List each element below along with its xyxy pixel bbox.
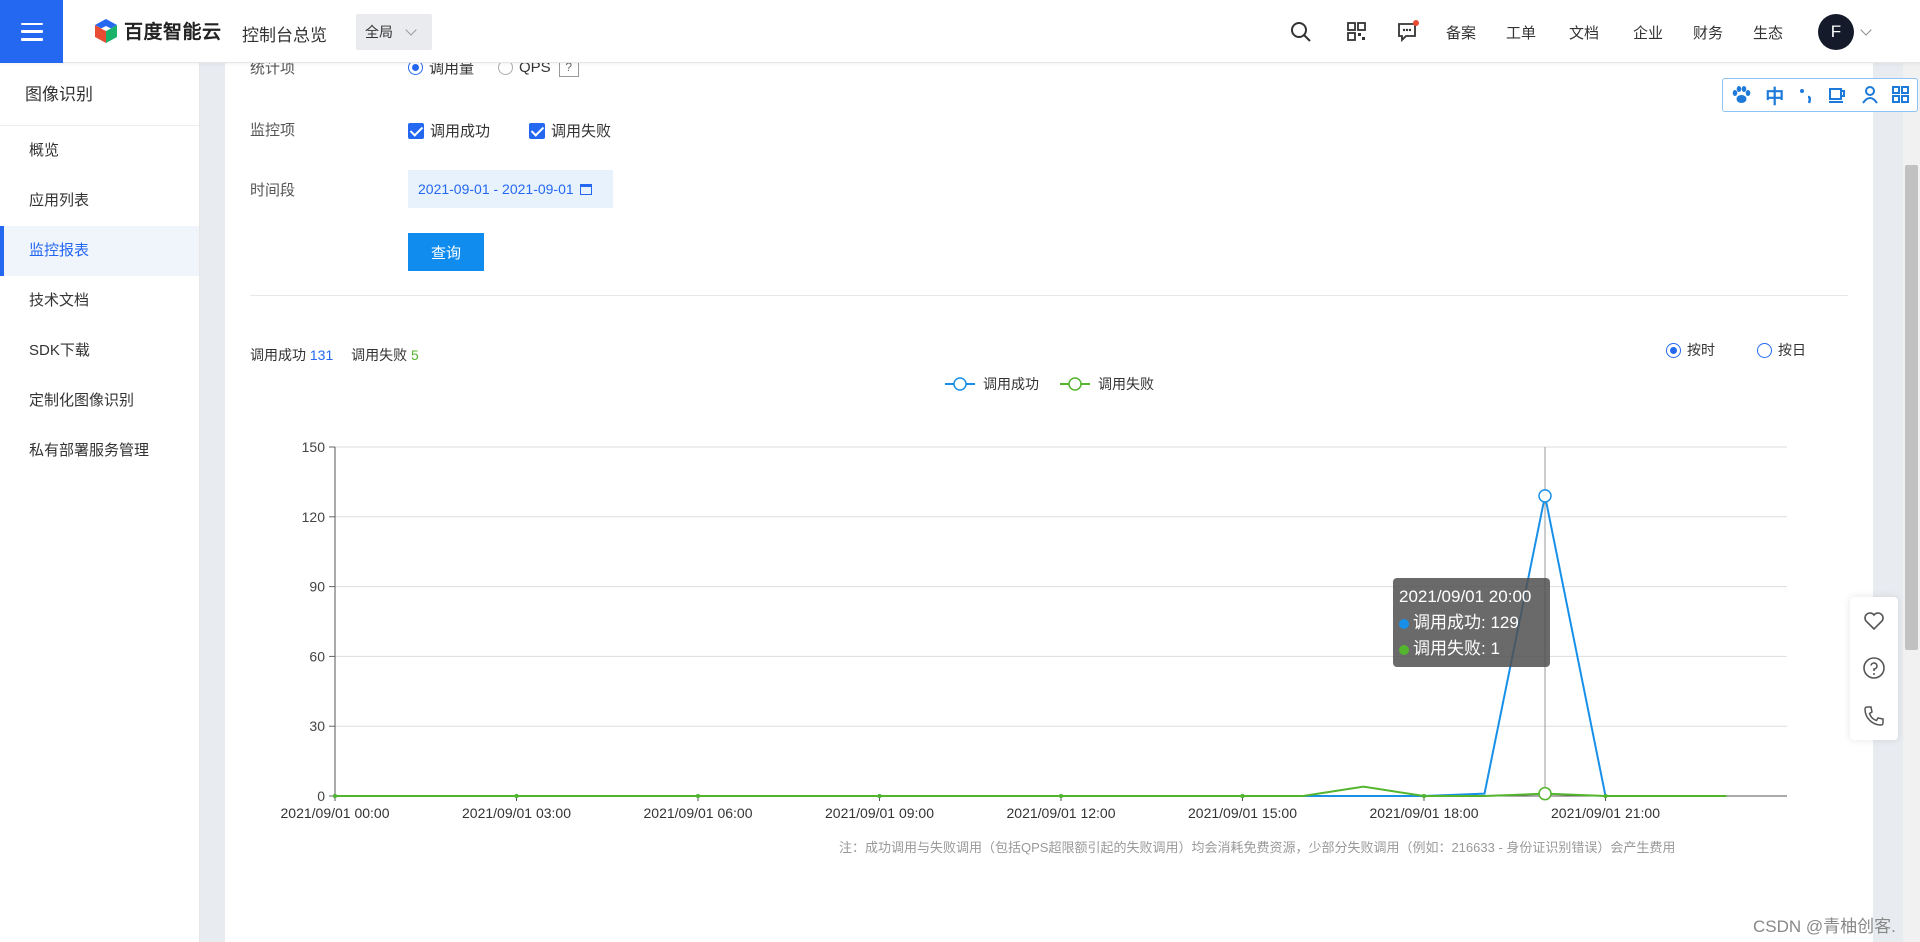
- series-line-fail: [335, 785, 1727, 797]
- tooltip-success-row: 调用成功: 129: [1399, 610, 1544, 636]
- line-chart: 调用成功 调用失败 0 30 60 90 120 150 2021/09/01 00:00 202…: [281, 376, 1787, 821]
- sidebar-item-custom-recognition[interactable]: 定制化图像识别: [0, 376, 199, 426]
- series-point: [1059, 794, 1063, 798]
- logo-text: 百度智能云: [124, 22, 222, 43]
- nav-docs[interactable]: 文档: [1569, 22, 1599, 43]
- series-point: [1422, 794, 1426, 798]
- sidebar-item-overview[interactable]: 概览: [0, 126, 199, 176]
- fail-dot-icon: [1399, 644, 1409, 655]
- punctuation-icon[interactable]: [1798, 85, 1814, 105]
- x-tick-label: 2021/09/01 18:00: [1370, 805, 1479, 821]
- avatar[interactable]: F: [1818, 14, 1854, 50]
- region-select[interactable]: 全局: [356, 14, 432, 50]
- grid-icon[interactable]: [1892, 85, 1910, 105]
- user-icon[interactable]: [1861, 85, 1879, 105]
- sidebar-item-private-deploy[interactable]: 私有部署服务管理: [0, 426, 199, 476]
- tooltip-fail-row: 调用失败: 1: [1399, 636, 1544, 662]
- logo-cube-icon: [95, 18, 117, 43]
- x-tick-label: 2021/09/01 09:00: [825, 805, 934, 821]
- sidebar-item-tech-docs[interactable]: 技术文档: [0, 276, 199, 326]
- series-point: [1240, 794, 1245, 798]
- y-tick-label: 30: [309, 718, 325, 734]
- heart-icon[interactable]: [1862, 609, 1886, 633]
- legend-marker: [1068, 377, 1082, 391]
- nav-ecosystem[interactable]: 生态: [1753, 22, 1783, 43]
- floating-toolbar: [1850, 597, 1898, 740]
- nav-enterprise[interactable]: 企业: [1633, 22, 1663, 43]
- series-point: [1603, 794, 1608, 798]
- watermark: CSDN @青柚创客.: [1753, 917, 1896, 936]
- highlight-point: [1538, 489, 1552, 503]
- logo[interactable]: 百度智能云: [94, 17, 222, 44]
- x-tick-label: 2021/09/01 15:00: [1188, 805, 1297, 821]
- top-bar: 百度智能云 控制台总览 全局 备案 工单 文档 企业 财务 生态 F: [0, 0, 1920, 63]
- sidebar-item-app-list[interactable]: 应用列表: [0, 176, 199, 226]
- main-panel: 统计项 调用量 QPS ? 监控项 调用成功 调用失败 时间段 2021-09-…: [225, 57, 1873, 942]
- y-tick-label: 120: [302, 509, 326, 525]
- footnote: 注：成功调用与失败调用（包括QPS超限额引起的失败调用）均会消耗免费资源，少部分…: [839, 840, 1676, 855]
- x-tick-label: 2021/09/01 06:00: [644, 805, 753, 821]
- chart-tooltip: 2021/09/01 20:00 调用成功: 129 调用失败: 1: [1393, 578, 1550, 667]
- menu-button[interactable]: [0, 0, 63, 63]
- series-point: [877, 794, 882, 798]
- console-overview-link[interactable]: 控制台总览: [242, 21, 327, 46]
- phone-icon[interactable]: [1862, 704, 1886, 728]
- ime-toolbar: 中: [1722, 78, 1918, 112]
- nav-beian[interactable]: 备案: [1446, 22, 1476, 43]
- scrollbar-thumb[interactable]: [1905, 165, 1918, 650]
- series-point: [514, 794, 519, 798]
- sidebar-item-sdk-download[interactable]: SDK下载: [0, 326, 199, 376]
- sidebar-item-monitor-report[interactable]: 监控报表: [0, 226, 199, 276]
- highlight-point: [1538, 786, 1552, 801]
- tooltip-fail: 调用失败: 1: [1413, 639, 1500, 658]
- legend-label: 调用失败: [1098, 376, 1154, 392]
- chevron-down-icon[interactable]: [1860, 24, 1872, 36]
- y-tick-label: 90: [309, 579, 325, 595]
- cup-icon[interactable]: [1827, 85, 1847, 105]
- x-tick-label: 2021/09/01 00:00: [281, 805, 390, 821]
- ime-chinese-mode[interactable]: 中: [1765, 82, 1784, 109]
- x-tick-label: 2021/09/01 21:00: [1551, 805, 1660, 821]
- series-point: [696, 794, 700, 798]
- region-value: 全局: [365, 24, 393, 40]
- help-icon[interactable]: [1862, 656, 1886, 680]
- x-tick-label: 2021/09/01 03:00: [462, 805, 571, 821]
- tooltip-success: 调用成功: 129: [1413, 613, 1519, 632]
- sidebar-title: 图像识别: [0, 63, 199, 126]
- tooltip-time: 2021/09/01 20:00: [1399, 587, 1532, 606]
- y-tick-label: 150: [302, 439, 326, 455]
- nav-ticket[interactable]: 工单: [1506, 22, 1536, 43]
- series-point: [333, 794, 337, 798]
- chevron-down-icon: [405, 24, 417, 36]
- x-tick-label: 2021/09/01 12:00: [1007, 805, 1116, 821]
- search-icon[interactable]: [1290, 20, 1312, 44]
- legend-marker: [953, 377, 967, 391]
- y-tick-label: 0: [317, 788, 325, 804]
- hamburger-icon: [20, 22, 43, 41]
- qrcode-icon[interactable]: [1346, 20, 1368, 44]
- legend-label: 调用成功: [983, 376, 1039, 392]
- nav-finance[interactable]: 财务: [1693, 22, 1723, 43]
- sidebar: 图像识别 概览 应用列表 监控报表 技术文档 SDK下载 定制化图像识别 私有部…: [0, 63, 200, 942]
- y-tick-label: 60: [309, 648, 325, 664]
- message-icon[interactable]: [1396, 20, 1420, 44]
- success-dot-icon: [1399, 618, 1409, 629]
- paw-icon[interactable]: [1730, 85, 1752, 105]
